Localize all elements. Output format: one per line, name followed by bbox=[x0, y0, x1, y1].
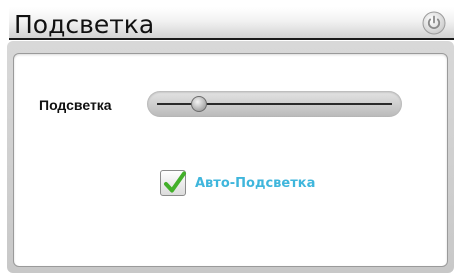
auto-backlight-label: Авто-Подсветка bbox=[195, 175, 316, 191]
slider-thumb[interactable] bbox=[191, 96, 208, 112]
backlight-slider[interactable] bbox=[147, 91, 402, 117]
checkmark-icon bbox=[164, 171, 186, 193]
title-bar: Подсветка bbox=[9, 7, 454, 40]
auto-backlight-option[interactable]: Авто-Подсветка bbox=[160, 168, 315, 198]
power-icon bbox=[422, 11, 446, 35]
content-frame: Подсветка Авто-Подсветка bbox=[7, 41, 454, 273]
backlight-slider-label: Подсветка bbox=[39, 97, 112, 113]
auto-backlight-checkbox[interactable] bbox=[160, 170, 186, 196]
backlight-settings-window: Подсветка Подсветка Авто-Подсветка bbox=[0, 0, 457, 277]
page-title: Подсветка bbox=[14, 10, 155, 39]
settings-panel: Подсветка Авто-Подсветка bbox=[13, 53, 448, 267]
power-button[interactable] bbox=[422, 11, 446, 35]
